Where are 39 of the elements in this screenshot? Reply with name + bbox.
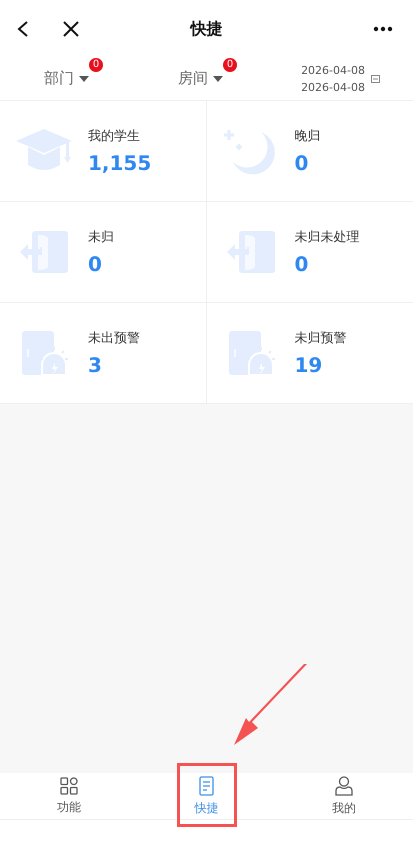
stat-label: 我的学生 bbox=[88, 128, 141, 146]
more-icon[interactable] bbox=[373, 26, 393, 32]
end-date: 2026-04-08 bbox=[301, 80, 365, 96]
stat-tile[interactable]: 晚归 0 bbox=[206, 101, 413, 202]
stat-label: 未归预警 bbox=[294, 330, 346, 348]
date-range-picker[interactable]: 2026-04-08 2026-04-08 bbox=[301, 62, 380, 96]
filter-dropdown[interactable]: 部门 bbox=[44, 67, 89, 90]
door-exit-icon bbox=[224, 229, 276, 275]
door-exit-icon bbox=[18, 229, 70, 275]
stat-label: 未归 bbox=[88, 228, 114, 247]
stat-value: 0 bbox=[294, 151, 310, 176]
stat-value: 0 bbox=[88, 252, 103, 276]
stat-label: 未归未处理 bbox=[294, 228, 360, 247]
stat-label: 未出预警 bbox=[88, 330, 140, 348]
stat-value: 3 bbox=[88, 353, 103, 378]
caret-icon bbox=[79, 76, 89, 82]
tab-bar-item[interactable]: 功能 bbox=[0, 773, 138, 819]
stat-value: 1,155 bbox=[88, 151, 152, 176]
start-date: 2026-04-08 bbox=[301, 62, 365, 78]
back-icon[interactable] bbox=[16, 20, 30, 38]
calendar-icon bbox=[371, 74, 380, 82]
stat-tile[interactable]: 我的学生 1,155 bbox=[0, 101, 206, 202]
document-icon bbox=[199, 776, 214, 796]
stat-tile[interactable]: 未出预警 3 bbox=[0, 303, 206, 404]
page-title: 快捷 bbox=[190, 18, 222, 40]
count-badge: 0 bbox=[223, 58, 237, 72]
grid-icon bbox=[60, 776, 78, 794]
caret-icon bbox=[213, 76, 223, 82]
person-icon bbox=[335, 776, 354, 796]
close-icon[interactable] bbox=[63, 20, 79, 36]
stat-value: 19 bbox=[294, 353, 324, 378]
stat-tile[interactable]: 未归 0 bbox=[0, 202, 206, 303]
stat-tile[interactable]: 未归未处理 0 bbox=[206, 202, 413, 303]
stat-tile[interactable]: 未归预警 19 bbox=[206, 303, 413, 404]
stat-value: 0 bbox=[294, 252, 310, 276]
tab-bar-item[interactable]: 我的 bbox=[275, 773, 413, 819]
stat-label: 晚归 bbox=[294, 128, 320, 146]
filter-dropdown[interactable]: 房间 bbox=[178, 67, 223, 90]
count-badge: 0 bbox=[89, 58, 103, 72]
